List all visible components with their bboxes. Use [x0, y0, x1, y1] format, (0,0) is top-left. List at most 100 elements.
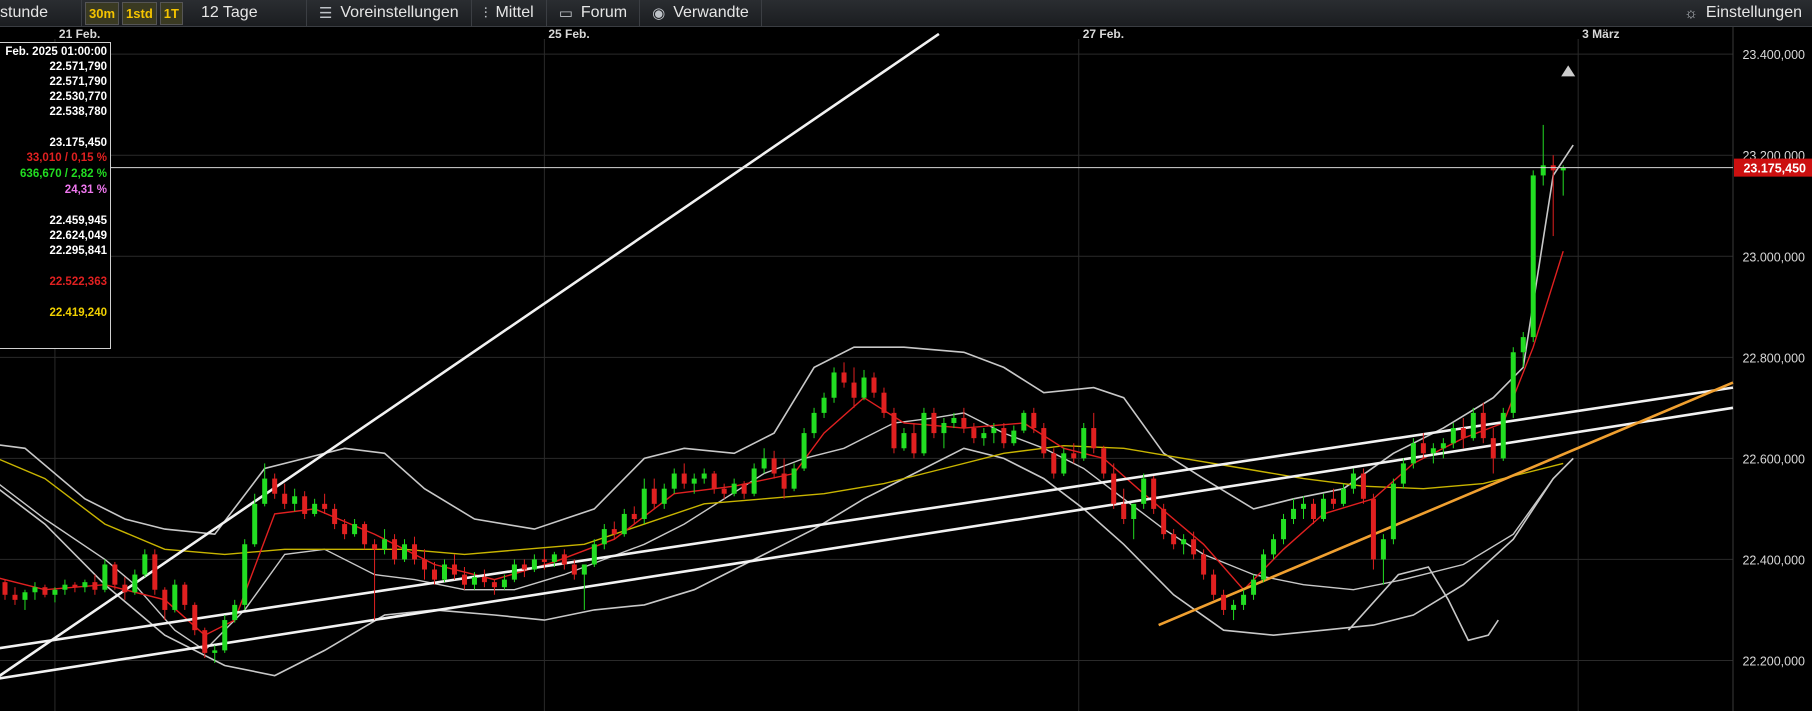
candle-body: [302, 496, 308, 514]
candle-body: [312, 503, 318, 514]
indicator-label: Mittel: [495, 4, 534, 21]
info-change-day: 33,010 / 0,15 %: [26, 152, 107, 164]
candle-body: [1011, 430, 1017, 444]
sma-line-group: [0, 444, 1564, 556]
range-selector[interactable]: 12 Tage: [189, 0, 307, 27]
candle-body: [991, 428, 997, 434]
period-selector[interactable]: stunde: [0, 0, 82, 27]
upper-band-line: [0, 144, 1574, 536]
candle-body: [821, 397, 827, 413]
candle-body: [1161, 508, 1167, 535]
candle-body: [1390, 483, 1396, 540]
candle-body: [12, 594, 18, 600]
candle-body: [731, 483, 737, 494]
ema-line-group: [0, 250, 1564, 637]
candle-body: [971, 428, 977, 439]
info-close: 22.538,780: [49, 106, 107, 118]
info-indicator-1: 22.459,945: [49, 215, 107, 227]
presets-button[interactable]: ☰ Voreinstellungen: [307, 0, 472, 27]
timeframe-1std-button[interactable]: 1std: [122, 1, 157, 25]
candle-body: [1191, 539, 1197, 555]
info-low: 22.530,770: [49, 91, 107, 103]
candle-body: [42, 587, 48, 595]
candle-body: [1151, 478, 1157, 509]
candle-body: [1370, 498, 1376, 560]
date-label: 3 März: [1582, 27, 1619, 41]
candle-body: [1041, 428, 1047, 454]
price-axis: 22.200,000 22.400,000 22.600,000 22.800,000…: [0, 48, 1812, 668]
candle-body: [1410, 443, 1416, 464]
candle-body: [871, 377, 877, 393]
timeframe-1t-button[interactable]: 1T: [159, 1, 183, 25]
candle-body: [1271, 539, 1277, 555]
bollinger-bands: [0, 144, 1574, 677]
candle-body: [212, 650, 218, 653]
candle-body: [292, 496, 298, 504]
candle-body: [1460, 428, 1466, 439]
candle-body: [511, 564, 517, 580]
presets-label: Voreinstellungen: [340, 4, 459, 21]
candles: [2, 124, 1566, 663]
candle-body: [1560, 167, 1566, 171]
candle-body: [1470, 412, 1476, 439]
candle-body: [1340, 488, 1346, 504]
candle-body: [561, 554, 567, 565]
candle-body: [1001, 428, 1007, 444]
candle-body: [1360, 473, 1366, 499]
candle-body: [1081, 428, 1087, 459]
candle-body: [1380, 539, 1386, 560]
candle-body: [392, 539, 398, 560]
timeframe-30m-button[interactable]: 30m: [85, 1, 120, 25]
candle-body: [1320, 498, 1326, 519]
candle-body: [451, 564, 457, 575]
forum-button[interactable]: ▭ Forum: [547, 0, 641, 27]
candle-body: [1310, 503, 1316, 519]
candle-body: [571, 564, 577, 575]
candle-body: [931, 412, 937, 434]
candle-body: [412, 544, 418, 560]
candle-body: [1231, 604, 1237, 610]
candle-body: [342, 524, 348, 535]
candle-body: [92, 582, 98, 590]
candle-body: [611, 529, 617, 535]
settings-button[interactable]: ☼ Einstellungen: [1672, 0, 1812, 27]
info-datetime: Feb. 2025 01:00:00: [5, 46, 107, 58]
candle-body: [831, 372, 837, 398]
candle-body: [222, 620, 228, 651]
related-button[interactable]: ◉ Verwandte: [640, 0, 762, 27]
candle-body: [1291, 508, 1297, 519]
candle-body: [551, 554, 557, 562]
indicator-button[interactable]: ⫶ Mittel: [472, 0, 547, 27]
chart-toolbar: stunde 30m 1std 1T 12 Tage ☰ Voreinstell…: [0, 0, 1812, 27]
candle-body: [132, 574, 138, 593]
candle-body: [781, 473, 787, 489]
candle-body: [711, 473, 717, 489]
candle-body: [322, 503, 328, 509]
candle-body: [1400, 463, 1406, 484]
price-chart[interactable]: 22.200,000 22.400,000 22.600,000 22.800,000…: [0, 27, 1812, 711]
candle-body: [981, 433, 987, 439]
candle-body: [1121, 503, 1127, 519]
candle-body: [531, 559, 537, 570]
sliders-icon: ☰: [318, 5, 333, 22]
candle-body: [961, 417, 967, 429]
marker-triangle: [1561, 65, 1576, 77]
candle-body: [921, 412, 927, 454]
candle-body: [282, 493, 288, 504]
candle-body: [102, 564, 108, 590]
info-change-period: 636,670 / 2,82 %: [20, 168, 107, 180]
candle-body: [1111, 473, 1117, 504]
candle-body: [1480, 412, 1486, 439]
candle-body: [1071, 453, 1077, 459]
candle-body: [402, 544, 408, 560]
candle-body: [1201, 554, 1207, 575]
timeframe-buttons: 30m 1std 1T: [82, 0, 189, 27]
gear-icon: ☼: [1684, 4, 1698, 22]
candle-body: [681, 473, 687, 484]
candle-body: [1221, 594, 1227, 610]
date-label: 25 Feb.: [548, 27, 589, 41]
candle-body: [1440, 443, 1446, 449]
candle-body: [202, 630, 208, 653]
y-tick-label: 22.600,000: [1742, 452, 1805, 466]
candle-body: [501, 579, 507, 588]
